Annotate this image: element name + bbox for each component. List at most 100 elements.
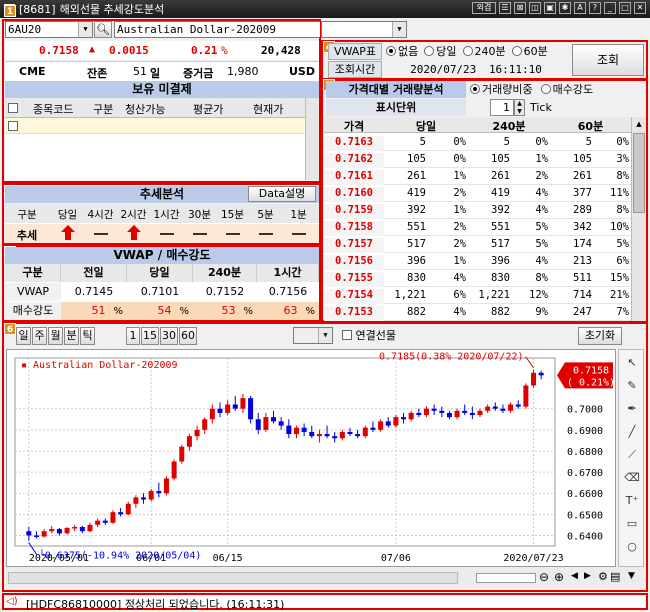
minute-button[interactable]: 60 xyxy=(179,327,197,345)
row-checkbox[interactable] xyxy=(8,121,18,131)
price-row[interactable]: 0.7157 517 2% 517 5% 174 5% xyxy=(324,236,631,253)
radio-icon[interactable] xyxy=(386,46,396,56)
minute-button[interactable]: 30 xyxy=(160,327,178,345)
pen-icon[interactable]: ✒ xyxy=(621,398,643,420)
zoom-in-icon[interactable]: ⊕ xyxy=(554,570,564,584)
zoom-out-icon[interactable]: ⊖ xyxy=(539,570,549,584)
scroll-left-icon[interactable]: ◀ xyxy=(571,571,578,581)
window-button-icon[interactable]: ✱ xyxy=(559,2,571,14)
link-futures-toggle[interactable]: 연결선물 xyxy=(342,328,396,344)
chart-area[interactable]: 0.7000 0.6900 0.6800 0.6700 0.6600 0.6500 0.64… xyxy=(6,349,616,567)
scroll-up-icon[interactable]: ▲ xyxy=(632,117,646,131)
query-button[interactable]: 조회 xyxy=(572,44,644,76)
line-icon[interactable]: ╱ xyxy=(621,421,643,443)
analysis-option-radio[interactable]: 매수강도 xyxy=(540,83,593,96)
price-row[interactable]: 0.7160 419 2% 419 4% 377 11% xyxy=(324,185,631,202)
vwap-option-radio[interactable]: 240분 xyxy=(462,45,506,58)
pct-unit: % xyxy=(113,306,123,317)
period-button[interactable]: 분 xyxy=(64,327,79,345)
chart-scroll-track[interactable] xyxy=(8,572,458,584)
window-button-icon[interactable]: _ xyxy=(604,2,616,14)
scroll-right-icon[interactable]: ▶ xyxy=(584,571,591,581)
window-button-icon[interactable]: ? xyxy=(589,2,601,14)
stepper-arrows-icon[interactable]: ▲ ▼ xyxy=(514,99,525,116)
trend-col-header: 구분 xyxy=(17,209,37,221)
select-all-checkbox[interactable] xyxy=(8,103,18,113)
volume-pct: 4% xyxy=(535,255,548,267)
analysis-option-radio[interactable]: 거래량비중 xyxy=(470,83,533,96)
price-row[interactable]: 0.7155 830 4% 830 8% 511 15% xyxy=(324,270,631,287)
window-button-icon[interactable]: □ xyxy=(619,2,631,14)
vwap-grid: 구분 전일 당일 240분 1시간 VWAP 0.7145 0.7101 0.7152 0.715… xyxy=(5,264,319,320)
secondary-combo[interactable]: ▼ xyxy=(321,21,407,38)
holdings-scrollbar[interactable] xyxy=(305,98,319,180)
price-table-scrollbar[interactable]: ▲ xyxy=(631,117,646,321)
price-row[interactable]: 0.7161 261 1% 261 2% 261 8% xyxy=(324,168,631,185)
candle-body xyxy=(469,412,475,416)
vwap-option-radio[interactable]: 60분 xyxy=(511,45,548,58)
title-bar-buttons: 외겹 ☰ ⊠ ◫ ▣ ✱ A? _ □ ✕ xyxy=(472,2,646,14)
period-button[interactable]: 월 xyxy=(48,327,63,345)
pct-unit: % xyxy=(243,306,253,317)
data-description-button[interactable]: Data설명 xyxy=(248,186,316,202)
rectangle-icon[interactable]: ▭ xyxy=(621,513,643,535)
display-unit-stepper[interactable]: 1 xyxy=(490,99,514,116)
radio-icon[interactable] xyxy=(540,84,551,94)
scroll-down-icon[interactable]: ▼ xyxy=(628,571,635,581)
link-futures-checkbox[interactable] xyxy=(342,330,352,340)
vwap-option-radio[interactable]: 당일 xyxy=(424,45,457,58)
vwap-option-radio[interactable]: 없음 xyxy=(386,45,418,58)
price-row[interactable]: 0.7153 882 4% 882 9% 247 7% xyxy=(324,304,631,321)
circle-icon[interactable]: ○ xyxy=(621,536,643,558)
minute-button[interactable]: 1 xyxy=(126,327,140,345)
chevron-down-icon[interactable]: ▼ xyxy=(318,328,332,343)
window-button-icon[interactable]: A xyxy=(574,2,586,14)
settings-icon[interactable]: ⚙ xyxy=(598,570,608,583)
period-button[interactable]: 일 xyxy=(16,327,31,345)
plot-area xyxy=(14,357,556,547)
vwap-col-header: 240분 xyxy=(193,264,257,282)
text-icon[interactable]: T⁺ xyxy=(621,490,643,512)
period-button[interactable]: 주 xyxy=(32,327,47,345)
reset-button[interactable]: 초기화 xyxy=(578,327,622,345)
volume-pct: 8% xyxy=(616,170,629,182)
trend-line-icon[interactable]: ⟋ xyxy=(621,444,643,466)
document-icon[interactable]: ▤ xyxy=(610,570,620,583)
chevron-down-icon[interactable]: ▼ xyxy=(78,22,92,37)
window-code: [8681] xyxy=(19,2,56,16)
price-row[interactable]: 0.7156 396 1% 396 4% 213 6% xyxy=(324,253,631,270)
radio-icon[interactable] xyxy=(470,84,480,94)
window-button-icon[interactable]: ✕ xyxy=(634,2,646,14)
price-level: 0.7153 xyxy=(324,306,384,321)
radio-icon[interactable] xyxy=(511,46,522,56)
eraser-icon[interactable]: ⌫ xyxy=(621,467,643,489)
chevron-down-icon[interactable]: ▼ xyxy=(392,22,406,37)
period-button[interactable]: 틱 xyxy=(80,327,95,345)
cursor-icon[interactable]: ↖ xyxy=(621,352,643,374)
radio-icon[interactable] xyxy=(424,46,435,56)
symbol-code-combo[interactable]: 6AU20 ▼ xyxy=(5,21,93,38)
minute-button[interactable]: 15 xyxy=(141,327,159,345)
price-row[interactable]: 0.7163 5 0% 5 0% 5 0% xyxy=(324,134,631,151)
window-button-icon[interactable]: ☰ xyxy=(499,2,511,14)
window-button-icon[interactable]: ⊠ xyxy=(514,2,526,14)
candlestick-chart[interactable]: 0.7000 0.6900 0.6800 0.6700 0.6600 0.6500 0.64… xyxy=(7,350,617,568)
window-button-icon[interactable]: ▣ xyxy=(544,2,556,14)
crosshair-icon[interactable]: ✎ xyxy=(621,375,643,397)
query-time-value: 2020/07/23 16:11:10 xyxy=(386,61,566,78)
scroll-thumb[interactable] xyxy=(633,133,645,213)
y-tick-label: 0.6500 xyxy=(567,510,603,521)
change-pct: 0.21 xyxy=(191,44,218,57)
price-row[interactable]: 0.7159 392 1% 392 4% 289 8% xyxy=(324,202,631,219)
candle-body xyxy=(255,419,261,430)
window-button-icon[interactable]: 외겹 xyxy=(472,2,496,14)
radio-icon[interactable] xyxy=(462,46,473,56)
price-row[interactable]: 0.7158 551 2% 551 5% 342 10% xyxy=(324,219,631,236)
chart-zoom-slider[interactable] xyxy=(476,573,536,583)
window-button-icon[interactable]: ◫ xyxy=(529,2,541,14)
search-button[interactable]: 🔍︎ xyxy=(94,21,112,38)
price-row[interactable]: 0.7154 1,221 6% 1,221 12% 714 21% xyxy=(324,287,631,304)
price-row[interactable]: 0.7162 105 0% 105 1% 105 3% xyxy=(324,151,631,168)
holdings-empty-row[interactable] xyxy=(5,118,305,134)
chart-range-combo[interactable]: ▼ xyxy=(293,327,333,344)
